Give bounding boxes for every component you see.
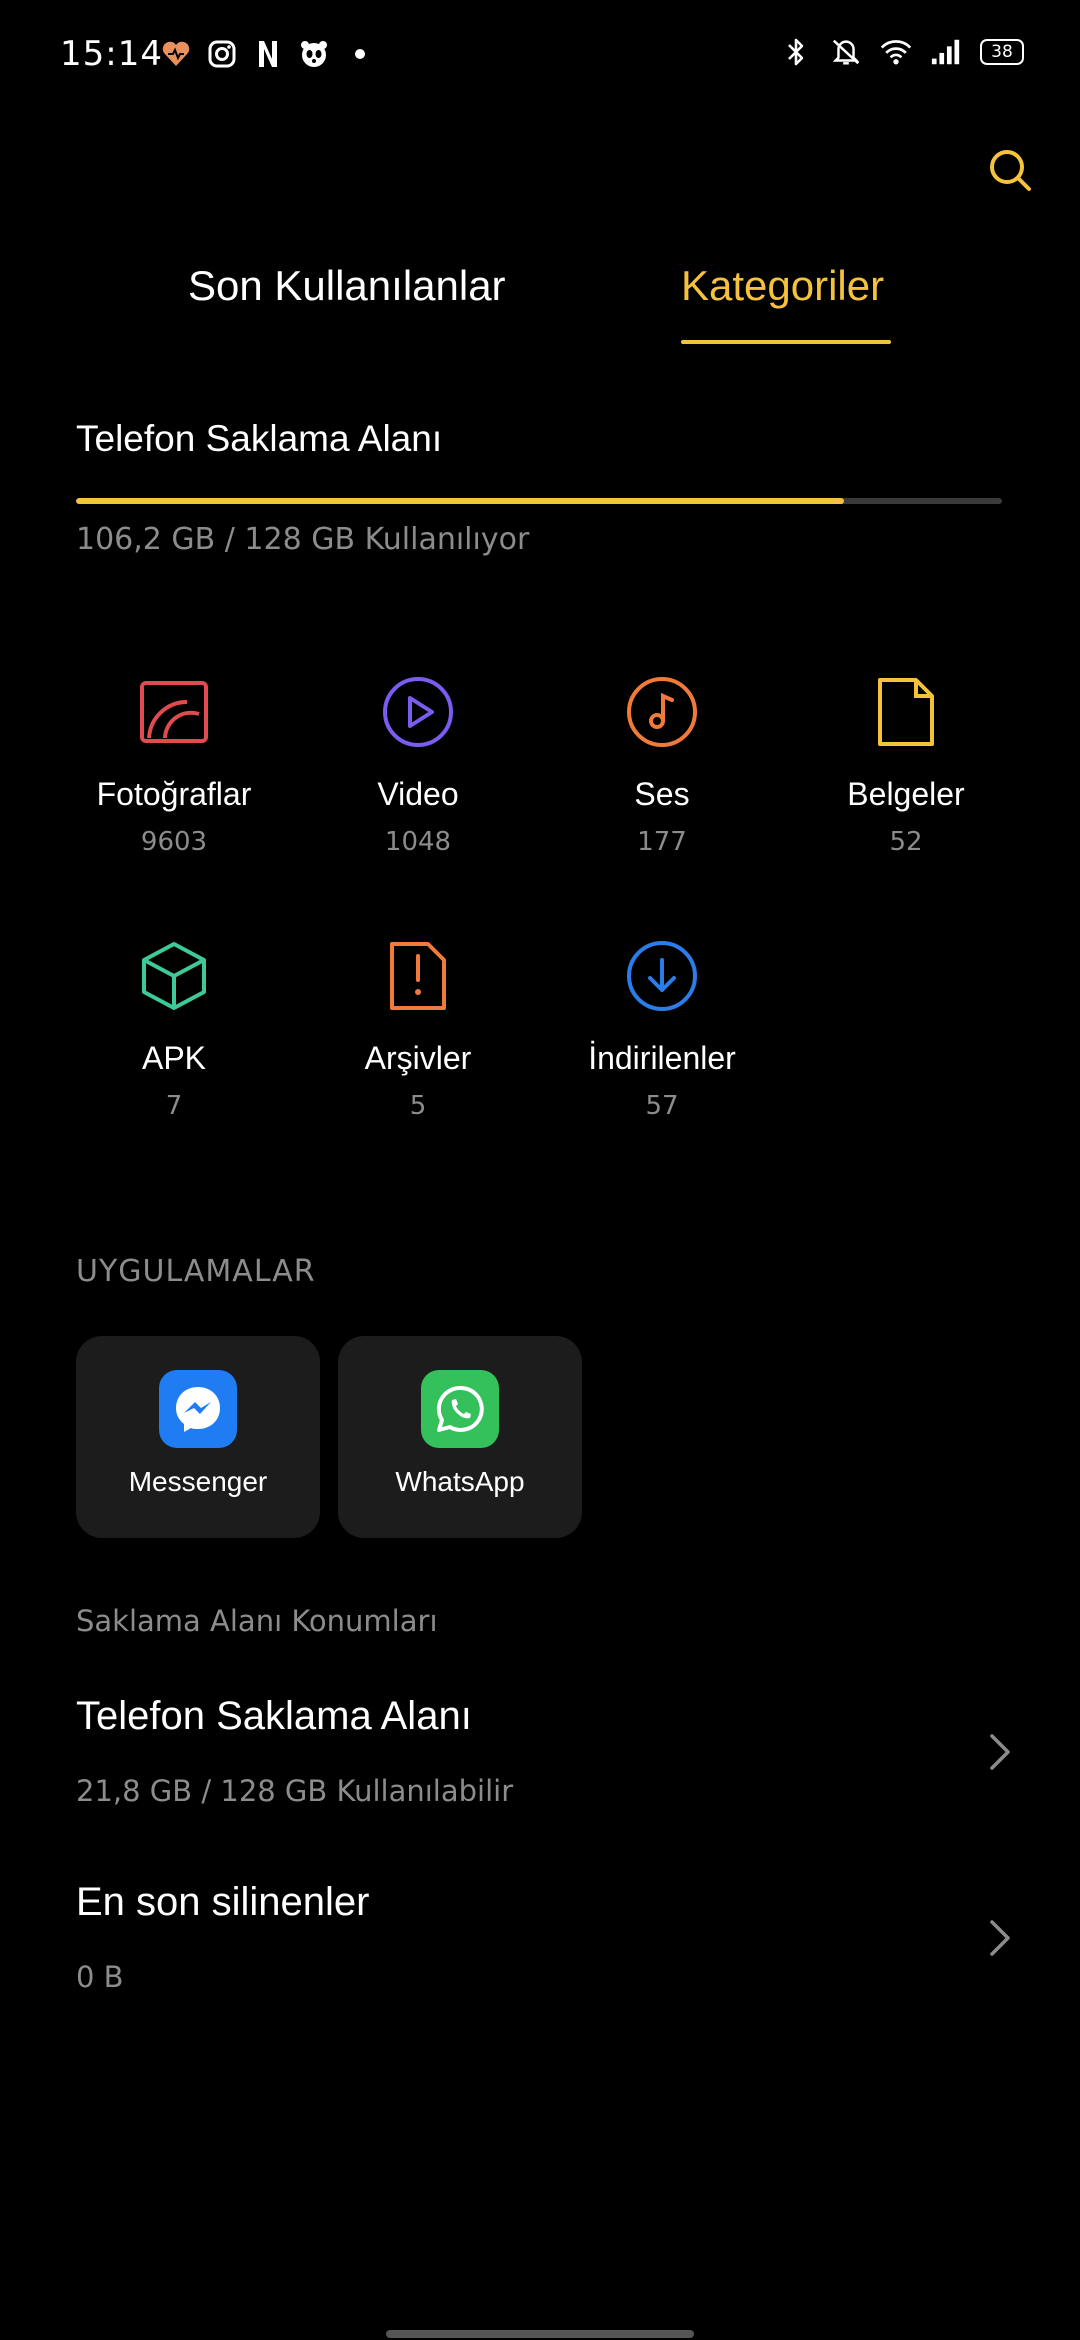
category-label: Fotoğraflar: [96, 776, 252, 812]
category-count: 57: [645, 1091, 679, 1121]
music-note-icon: [622, 672, 702, 752]
category-apk[interactable]: APK 7: [52, 936, 296, 1121]
category-label: Video: [377, 776, 459, 812]
status-time: 15:14: [60, 34, 163, 74]
locations-section-title: Saklama Alanı Konumları: [76, 1604, 438, 1638]
category-label: APK: [141, 1040, 207, 1076]
location-phone-storage[interactable]: Telefon Saklama Alanı 21,8 GB / 128 GB K…: [0, 1694, 1080, 1854]
category-audio[interactable]: Ses 177: [540, 672, 784, 857]
package-icon: [134, 936, 214, 1016]
app-whatsapp[interactable]: WhatsApp: [338, 1336, 582, 1538]
signal-icon: [930, 36, 962, 68]
chevron-right-icon: [980, 1918, 1020, 1958]
category-label: Ses: [634, 776, 690, 812]
status-bar: 15:14 38: [0, 0, 1080, 110]
location-recently-deleted[interactable]: En son silinenler 0 B: [0, 1880, 1080, 2040]
storage-progress-bar: [76, 498, 1002, 504]
location-detail: 21,8 GB / 128 GB Kullanılabilir: [76, 1774, 514, 1808]
panda-icon: [298, 38, 330, 70]
battery-icon: 38: [980, 39, 1024, 65]
category-count: 1048: [384, 827, 452, 857]
photo-icon: [134, 672, 214, 752]
play-icon: [378, 672, 458, 752]
category-count: 52: [889, 827, 923, 857]
system-icons: 38: [780, 36, 1024, 68]
instagram-icon: [206, 38, 238, 70]
download-icon: [622, 936, 702, 1016]
mute-icon: [830, 36, 862, 68]
category-count: 177: [637, 827, 687, 857]
app-label: WhatsApp: [395, 1466, 525, 1497]
location-name: Telefon Saklama Alanı: [76, 1694, 472, 1738]
chevron-right-icon: [980, 1732, 1020, 1772]
location-name: En son silinenler: [76, 1880, 370, 1924]
wifi-icon: [880, 36, 912, 68]
category-count: 9603: [140, 827, 208, 857]
messenger-icon: [159, 1370, 237, 1448]
category-count: 7: [165, 1091, 183, 1121]
category-label: Arşivler: [364, 1040, 472, 1076]
active-tab-indicator: [681, 340, 891, 344]
category-label: Belgeler: [847, 776, 965, 812]
document-icon: [866, 672, 946, 752]
location-detail: 0 B: [76, 1960, 124, 1994]
health-icon: [160, 38, 192, 70]
category-documents[interactable]: Belgeler 52: [784, 672, 1028, 857]
search-icon: [990, 150, 1031, 191]
search-button[interactable]: [980, 140, 1040, 200]
archive-icon: [378, 936, 458, 1016]
apps-section-title: UYGULAMALAR: [76, 1254, 316, 1289]
storage-progress-fill: [76, 498, 845, 504]
netflix-icon: [252, 38, 284, 70]
bluetooth-icon: [780, 36, 812, 68]
app-messenger[interactable]: Messenger: [76, 1336, 320, 1538]
category-downloads[interactable]: İndirilenler 57: [540, 936, 784, 1121]
category-label: İndirilenler: [588, 1040, 736, 1076]
app-label: Messenger: [128, 1466, 268, 1497]
notification-icons: [160, 38, 376, 70]
category-count: 5: [409, 1091, 427, 1121]
tab-recent[interactable]: Son Kullanılanlar: [188, 262, 506, 310]
category-video[interactable]: Video 1048: [296, 672, 540, 857]
storage-title: Telefon Saklama Alanı: [76, 418, 443, 459]
tab-categories[interactable]: Kategoriler: [681, 262, 884, 310]
storage-usage: 106,2 GB / 128 GB Kullanılıyor: [76, 522, 530, 557]
whatsapp-icon: [421, 1370, 499, 1448]
dot-icon: [344, 38, 376, 70]
category-archives[interactable]: Arşivler 5: [296, 936, 540, 1121]
category-photos[interactable]: Fotoğraflar 9603: [52, 672, 296, 857]
home-indicator[interactable]: [386, 2330, 694, 2338]
file-manager-screen: 15:14 38 Son Kullanılanlar Kategoriler T…: [0, 0, 1080, 2340]
